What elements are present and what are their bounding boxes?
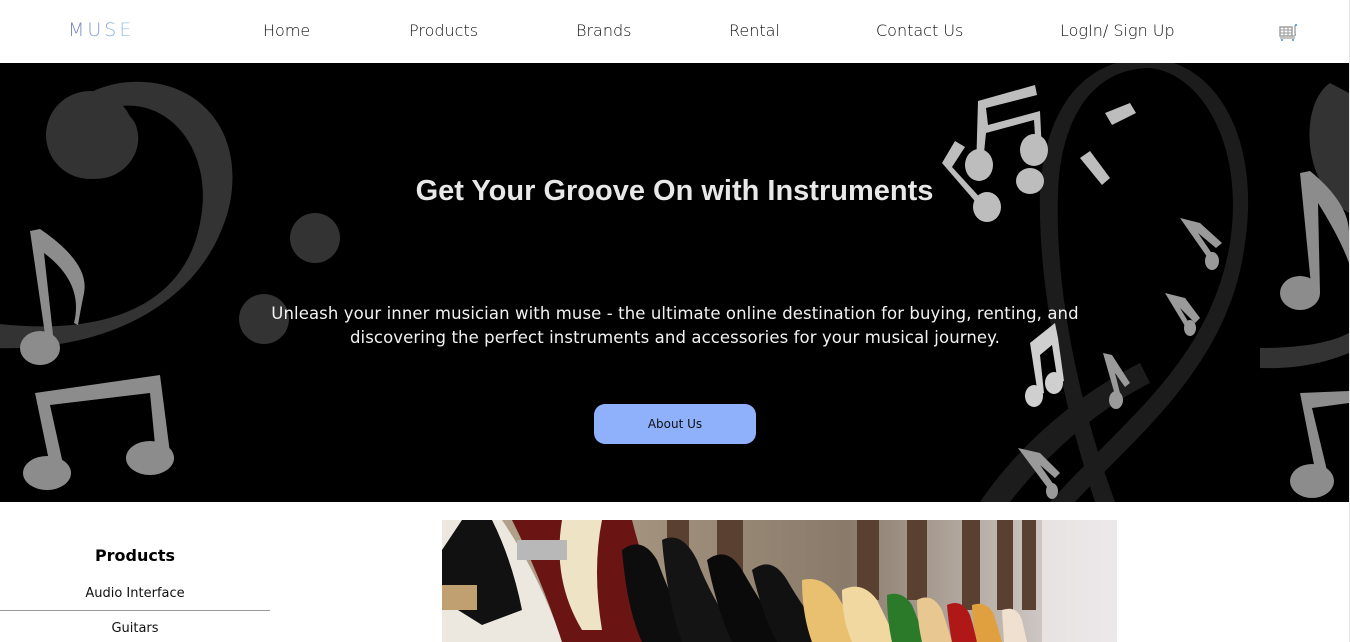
cart-button[interactable] xyxy=(1278,24,1298,42)
hero-section: Get Your Groove On with Instruments Unle… xyxy=(0,63,1349,502)
products-heading: Products xyxy=(94,546,176,565)
nav-contact-us[interactable]: Contact Us xyxy=(876,21,963,40)
hero-subtitle: Unleash your inner musician with muse - … xyxy=(271,304,1079,347)
shopping-cart-icon xyxy=(1279,24,1297,41)
logo[interactable]: MUSE xyxy=(68,19,134,41)
product-item-audio-interface[interactable]: Audio Interface xyxy=(0,586,270,601)
hero-title: Get Your Groove On with Instruments xyxy=(415,175,934,207)
nav-products[interactable]: Products xyxy=(409,21,478,40)
eighth-note-icon xyxy=(20,229,85,365)
nav-login-signup[interactable]: LogIn/ Sign Up xyxy=(1060,21,1175,40)
bass-clef-icon xyxy=(1260,83,1349,498)
nav-rental[interactable]: Rental xyxy=(729,21,780,40)
nav-home[interactable]: Home xyxy=(263,21,310,40)
beamed-notes-icon xyxy=(23,375,174,490)
guitars-banner-image xyxy=(442,520,1117,642)
nav-brands[interactable]: Brands xyxy=(576,21,632,40)
about-us-button[interactable]: About Us xyxy=(594,404,756,444)
treble-clef-icon xyxy=(980,63,1249,502)
product-item-guitars[interactable]: Guitars xyxy=(0,621,270,636)
product-divider xyxy=(0,610,270,611)
navbar: MUSE Home Products Brands Rental Contact… xyxy=(0,0,1349,63)
